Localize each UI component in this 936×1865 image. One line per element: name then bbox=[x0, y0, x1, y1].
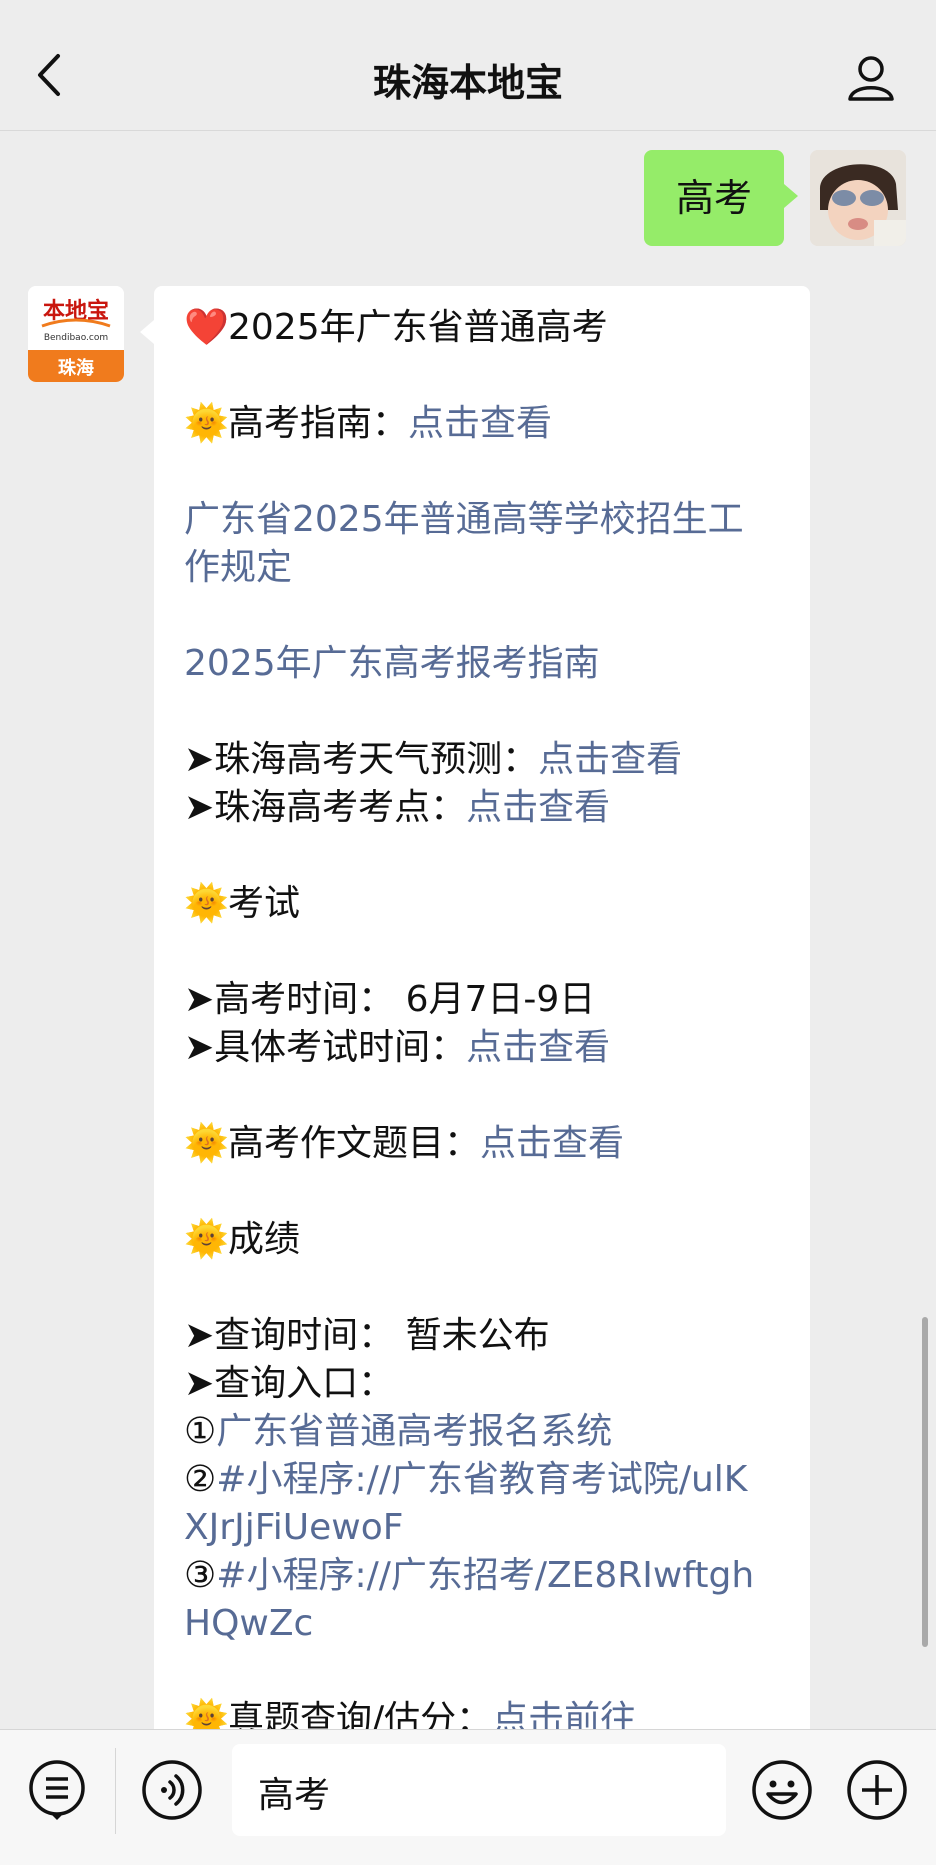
message-line: 2025年广东高考报考指南 bbox=[184, 640, 784, 688]
message-link[interactable]: 广东省2025年普通高等学校招生工 bbox=[184, 499, 744, 540]
message-line bbox=[184, 448, 784, 496]
message-line: HQwZc bbox=[184, 1600, 784, 1648]
message-text: ❤️2025年广东省普通高考 🌞高考指南：点击查看 广东省2025年普通高等学校招生… bbox=[184, 304, 784, 1729]
message-line bbox=[184, 832, 784, 880]
message-line: ①广东省普通高考报名系统 bbox=[184, 1408, 784, 1456]
sun-emoji-icon: 🌞 bbox=[184, 1699, 229, 1729]
message-line: 🌞成绩 bbox=[184, 1216, 784, 1264]
voice-icon[interactable] bbox=[141, 1759, 203, 1821]
message-line: 作规定 bbox=[184, 544, 784, 592]
message-line bbox=[184, 352, 784, 400]
outgoing-message-bubble[interactable]: 高考 bbox=[643, 150, 799, 246]
message-line: ③#小程序://广东招考/ZE8RIwftgh bbox=[184, 1552, 784, 1600]
message-line: ➤查询入口： bbox=[184, 1360, 784, 1408]
sun-emoji-icon: 🌞 bbox=[184, 883, 229, 924]
message-link[interactable]: 广东省普通高考报名系统 bbox=[216, 1411, 612, 1452]
message-link[interactable]: 点击查看 bbox=[538, 739, 682, 780]
chat-title: 珠海本地宝 bbox=[372, 61, 563, 105]
message-line: ②#小程序://广东省教育考试院/ulK bbox=[184, 1456, 784, 1504]
logo-sub-text: Bendibao.com bbox=[44, 333, 108, 343]
message-text-segment: ② bbox=[184, 1459, 217, 1500]
message-line bbox=[184, 1648, 784, 1696]
logo-city-text: 珠海 bbox=[58, 357, 94, 379]
message-text-segment: 考试 bbox=[228, 883, 301, 924]
message-line: ➤具体考试时间：点击查看 bbox=[184, 1024, 784, 1072]
message-link[interactable]: 点击查看 bbox=[408, 403, 552, 444]
message-link[interactable]: 点击查看 bbox=[466, 787, 610, 828]
message-line: 🌞高考作文题目：点击查看 bbox=[184, 1120, 784, 1168]
message-line: ➤查询时间： 暂未公布 bbox=[184, 1312, 784, 1360]
scrollbar[interactable] bbox=[922, 1317, 928, 1647]
message-link[interactable]: 点击前往 bbox=[492, 1699, 636, 1729]
input-toolbar: 高考 bbox=[0, 1729, 936, 1865]
message-line: 🌞高考指南：点击查看 bbox=[184, 400, 784, 448]
message-line bbox=[184, 592, 784, 640]
message-link[interactable]: #小程序://广东招考/ZE8RIwftgh bbox=[216, 1555, 754, 1596]
message-text-segment: ③ bbox=[184, 1555, 217, 1596]
message-link[interactable]: #小程序://广东省教育考试院/ulK bbox=[216, 1459, 747, 1500]
sun-emoji-icon: 🌞 bbox=[184, 403, 229, 444]
chat-header: 珠海本地宝 bbox=[0, 0, 936, 131]
message-line bbox=[184, 688, 784, 736]
message-text-segment: ➤具体考试时间： bbox=[184, 1027, 467, 1068]
message-line: 广东省2025年普通高等学校招生工 bbox=[184, 496, 784, 544]
chat-area[interactable]: 高考 本地宝 Bendibao.com 珠海 ❤️2025年广东省普通高考 🌞高考… bbox=[0, 131, 936, 1729]
message-line: 🌞真题查询/估分：点击前往 bbox=[184, 1696, 784, 1729]
message-text-segment: 高考指南： bbox=[228, 403, 409, 444]
message-line bbox=[184, 928, 784, 976]
toolbar-divider bbox=[115, 1748, 116, 1834]
message-text-segment: ➤查询入口： bbox=[184, 1363, 395, 1404]
message-text-segment: ➤查询时间： 暂未公布 bbox=[184, 1315, 550, 1356]
message-input[interactable]: 高考 bbox=[232, 1744, 726, 1836]
message-text-segment: 高考作文题目： bbox=[228, 1123, 481, 1164]
message-line: ❤️2025年广东省普通高考 bbox=[184, 304, 784, 352]
message-link[interactable]: HQwZc bbox=[184, 1603, 313, 1644]
message-line: ➤珠海高考天气预测：点击查看 bbox=[184, 736, 784, 784]
message-link[interactable]: XJrJjFiUewoF bbox=[184, 1507, 403, 1548]
bot-avatar[interactable]: 本地宝 Bendibao.com 珠海 bbox=[28, 286, 124, 382]
message-link[interactable]: 点击查看 bbox=[466, 1027, 610, 1068]
message-text-segment: ① bbox=[184, 1411, 217, 1452]
user-avatar[interactable] bbox=[810, 150, 906, 246]
message-line: ➤高考时间： 6月7日-9日 bbox=[184, 976, 784, 1024]
emoji-icon[interactable] bbox=[751, 1759, 813, 1821]
message-line bbox=[184, 1264, 784, 1312]
person-icon[interactable] bbox=[846, 52, 896, 102]
message-line: 🌞考试 bbox=[184, 880, 784, 928]
sun-emoji-icon: 🌞 bbox=[184, 1123, 229, 1164]
message-input-text: 高考 bbox=[258, 1775, 331, 1816]
incoming-message-bubble[interactable]: ❤️2025年广东省普通高考 🌞高考指南：点击查看 广东省2025年普通高等学校招生… bbox=[140, 286, 810, 1729]
message-text-segment: 成绩 bbox=[228, 1219, 301, 1260]
plus-icon[interactable] bbox=[846, 1759, 908, 1821]
message-link[interactable]: 2025年广东高考报考指南 bbox=[184, 643, 600, 684]
message-line bbox=[184, 1168, 784, 1216]
message-line: XJrJjFiUewoF bbox=[184, 1504, 784, 1552]
message-text-segment: ➤高考时间： 6月7日-9日 bbox=[184, 979, 596, 1020]
message-line bbox=[184, 1072, 784, 1120]
sun-emoji-icon: 🌞 bbox=[184, 1219, 229, 1260]
message-link[interactable]: 点击查看 bbox=[480, 1123, 624, 1164]
menu-list-icon[interactable] bbox=[26, 1759, 88, 1821]
message-text-segment: 真题查询/估分： bbox=[228, 1699, 493, 1729]
message-text-segment: 2025年广东省普通高考 bbox=[228, 307, 608, 348]
heart-emoji-icon: ❤️ bbox=[184, 307, 229, 348]
message-link[interactable]: 作规定 bbox=[184, 547, 292, 588]
message-line: ➤珠海高考考点：点击查看 bbox=[184, 784, 784, 832]
message-text-segment: ➤珠海高考考点： bbox=[184, 787, 467, 828]
message-text-segment: ➤珠海高考天气预测： bbox=[184, 739, 539, 780]
